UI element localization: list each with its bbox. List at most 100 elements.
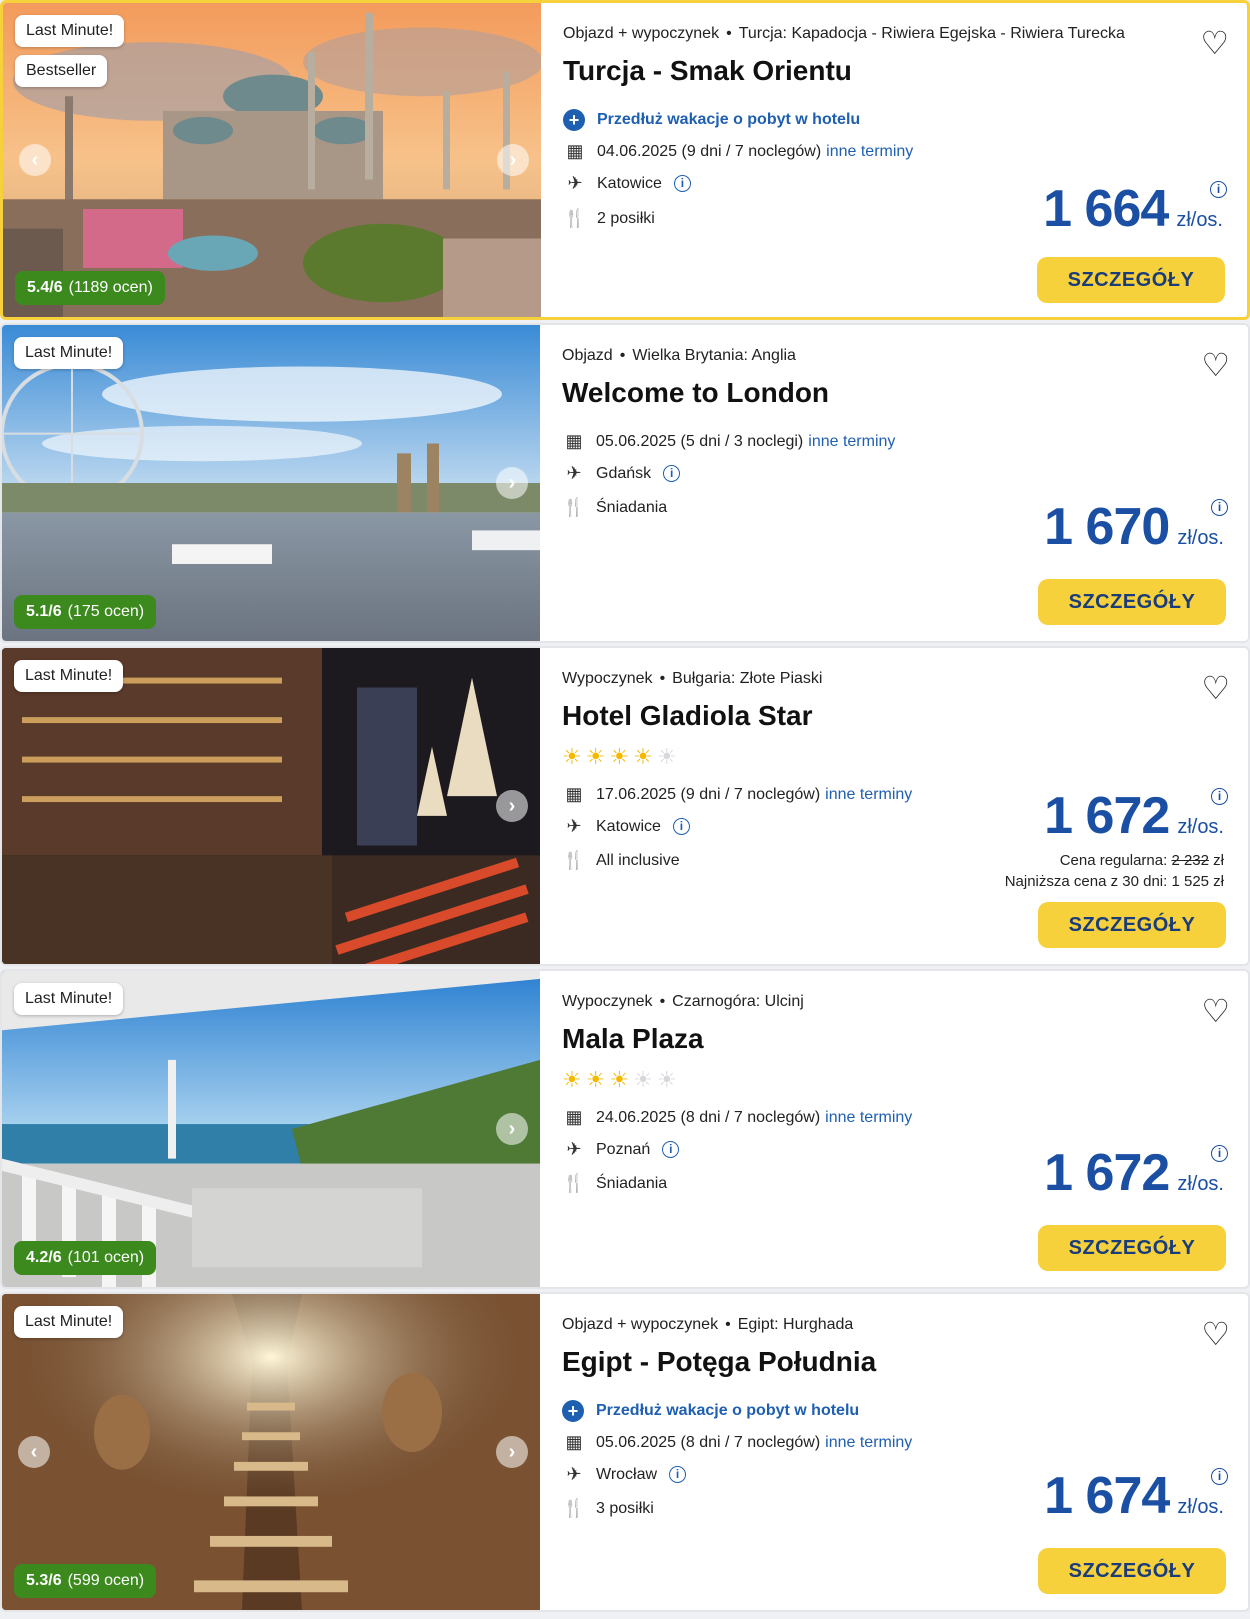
regular-price-currency: zł	[1213, 852, 1224, 869]
hotel-pool-night-image	[2, 648, 540, 964]
calendar-icon: ▦	[565, 1107, 583, 1127]
offer-card[interactable]: Last Minute! Bestseller ‹ › 5.4/6 (1189 o…	[0, 0, 1250, 320]
price-info-icon[interactable]: i	[1211, 499, 1228, 516]
last-minute-badge: Last Minute!	[14, 660, 124, 692]
rating-score: 5.1/6	[26, 603, 62, 620]
last-minute-badge: Last Minute!	[14, 983, 124, 1015]
heart-icon[interactable]: ♡	[1201, 1318, 1230, 1350]
regular-price-value: 2 232	[1171, 852, 1209, 869]
offer-location: Bułgaria: Złote Piaski	[672, 670, 823, 687]
offer-date-row: ▦ 04.06.2025 (9 dni / 7 noclegów) inne ter…	[563, 141, 913, 162]
other-dates-link[interactable]: inne terminy	[825, 1109, 912, 1127]
extend-stay-link[interactable]: + Przedłuż wakacje o pobyt w hotelu	[562, 1400, 859, 1422]
fork-knife-icon: 🍴	[562, 850, 586, 870]
price-unit: zł/os.	[1176, 209, 1223, 231]
next-photo-button[interactable]: ›	[496, 1113, 528, 1145]
price-unit: zł/os.	[1177, 1173, 1224, 1195]
offer-title[interactable]: Mala Plaza	[562, 1023, 704, 1055]
rating-badge: 5.4/6 (1189 ocen)	[15, 271, 165, 305]
price-unit: zł/os.	[1177, 527, 1224, 549]
offer-type: Objazd + wypoczynek	[563, 25, 720, 42]
heart-icon[interactable]: ♡	[1201, 349, 1230, 381]
info-icon[interactable]: i	[669, 1466, 687, 1483]
offer-card[interactable]: Last Minute! › 5.1/6 (175 ocen) Objazd • Wi…	[0, 323, 1250, 643]
offer-departure-row: ✈ Katowice i	[563, 173, 691, 194]
other-dates-link[interactable]: inne terminy	[825, 1434, 912, 1452]
offer-info: Objazd + wypoczynek • Egipt: Hurghada Egip…	[562, 1294, 1248, 1610]
other-dates-link[interactable]: inne terminy	[808, 433, 895, 451]
calendar-icon: ▦	[565, 1432, 583, 1452]
extend-stay-label: Przedłuż wakacje o pobyt w hotelu	[597, 111, 861, 128]
offer-price: 1 674 zł/os. i	[1044, 1466, 1228, 1526]
board-type: 3 posiłki	[596, 1499, 654, 1517]
rating-score: 5.3/6	[26, 1572, 62, 1589]
rating-count: (599 ocen)	[67, 1572, 145, 1589]
info-icon[interactable]: i	[672, 818, 690, 835]
offer-type: Objazd + wypoczynek	[562, 1316, 719, 1333]
offer-departure-row: ✈ Gdańsk i	[562, 463, 681, 484]
price-info-icon[interactable]: i	[1210, 181, 1227, 198]
offer-title[interactable]: Hotel Gladiola Star	[562, 700, 813, 732]
offer-title[interactable]: Welcome to London	[562, 377, 829, 409]
price-amount: 1 672	[1044, 1144, 1170, 1202]
heart-icon[interactable]: ♡	[1201, 672, 1230, 704]
price-info-icon[interactable]: i	[1211, 1145, 1228, 1162]
other-dates-link[interactable]: inne terminy	[825, 786, 912, 804]
prev-photo-button[interactable]: ‹	[19, 144, 51, 176]
details-button[interactable]: SZCZEGÓŁY	[1038, 1548, 1226, 1594]
fork-knife-icon: 🍴	[562, 1173, 586, 1193]
details-button[interactable]: SZCZEGÓŁY	[1038, 902, 1226, 948]
offer-card[interactable]: Last Minute! › Wypoczynek • Bułgaria: Złot…	[0, 646, 1250, 966]
details-button[interactable]: SZCZEGÓŁY	[1037, 257, 1225, 303]
other-dates-link[interactable]: inne terminy	[826, 143, 913, 161]
offer-photo[interactable]: Last Minute! › 5.1/6 (175 ocen)	[2, 325, 540, 641]
offer-board-row: 🍴 Śniadania	[562, 1173, 667, 1194]
info-icon[interactable]: i	[662, 1141, 680, 1158]
calendar-icon: ▦	[565, 784, 583, 804]
rating-badge: 5.3/6 (599 ocen)	[14, 1564, 157, 1598]
heart-icon[interactable]: ♡	[1201, 995, 1230, 1027]
offer-info: Objazd • Wielka Brytania: Anglia Welcome t…	[562, 325, 1248, 641]
offer-price: 1 672 zł/os. i	[1044, 1143, 1228, 1203]
rating-badge: 5.1/6 (175 ocen)	[14, 595, 157, 629]
offer-title[interactable]: Turcja - Smak Orientu	[563, 55, 852, 87]
prev-photo-button[interactable]: ‹	[18, 1436, 50, 1468]
calendar-icon: ▦	[565, 431, 583, 451]
plane-icon: ✈	[566, 463, 582, 483]
extend-stay-link[interactable]: + Przedłuż wakacje o pobyt w hotelu	[563, 109, 860, 131]
offer-photo[interactable]: Last Minute! ‹ › 5.3/6 (599 ocen)	[2, 1294, 540, 1610]
heart-icon[interactable]: ♡	[1200, 27, 1229, 59]
details-button[interactable]: SZCZEGÓŁY	[1038, 1225, 1226, 1271]
offer-info: Wypoczynek • Czarnogóra: Ulcinj Mala Plaza…	[562, 971, 1248, 1287]
next-photo-button[interactable]: ›	[496, 790, 528, 822]
price-amount: 1 664	[1043, 180, 1169, 238]
offer-card[interactable]: Last Minute! ‹ › 5.3/6 (599 ocen) Objazd …	[0, 1292, 1250, 1612]
next-photo-button[interactable]: ›	[497, 144, 529, 176]
offer-date: 05.06.2025 (5 dni / 3 noclegi)	[596, 432, 804, 450]
offer-title[interactable]: Egipt - Potęga Południa	[562, 1346, 876, 1378]
price-info-icon[interactable]: i	[1211, 788, 1228, 805]
offer-photo[interactable]: Last Minute! Bestseller ‹ › 5.4/6 (1189 o…	[3, 3, 541, 317]
sun-star-icon: ☀☀☀☀	[562, 744, 657, 769]
offer-board-row: 🍴 3 posiłki	[562, 1498, 654, 1519]
offer-photo[interactable]: Last Minute! › 4.2/6 (101 ocen)	[2, 971, 540, 1287]
offer-meta: Objazd • Wielka Brytania: Anglia	[562, 347, 796, 364]
extend-stay-label: Przedłuż wakacje o pobyt w hotelu	[596, 1402, 860, 1419]
board-type: 2 posiłki	[597, 209, 655, 227]
last-minute-badge: Last Minute!	[14, 1306, 124, 1338]
info-icon[interactable]: i	[663, 465, 681, 482]
last-minute-badge: Last Minute!	[15, 15, 125, 47]
offer-meta: Objazd + wypoczynek • Turcja: Kapadocja - …	[563, 25, 1125, 42]
regular-price-line: Cena regularna: 2 232 zł	[1005, 850, 1224, 871]
next-photo-button[interactable]: ›	[496, 467, 528, 499]
price-info-icon[interactable]: i	[1211, 1468, 1228, 1485]
next-photo-button[interactable]: ›	[496, 1436, 528, 1468]
rating-count: (175 ocen)	[67, 603, 145, 620]
hotel-stars: ☀☀☀☀☀	[562, 1067, 681, 1093]
offer-photo[interactable]: Last Minute! ›	[2, 648, 540, 964]
info-icon[interactable]: i	[673, 175, 691, 192]
departure-city: Gdańsk	[596, 464, 652, 482]
offer-card[interactable]: Last Minute! › 4.2/6 (101 ocen) Wypoczyne…	[0, 969, 1250, 1289]
offer-date: 24.06.2025 (8 dni / 7 noclegów)	[596, 1108, 821, 1126]
details-button[interactable]: SZCZEGÓŁY	[1038, 579, 1226, 625]
